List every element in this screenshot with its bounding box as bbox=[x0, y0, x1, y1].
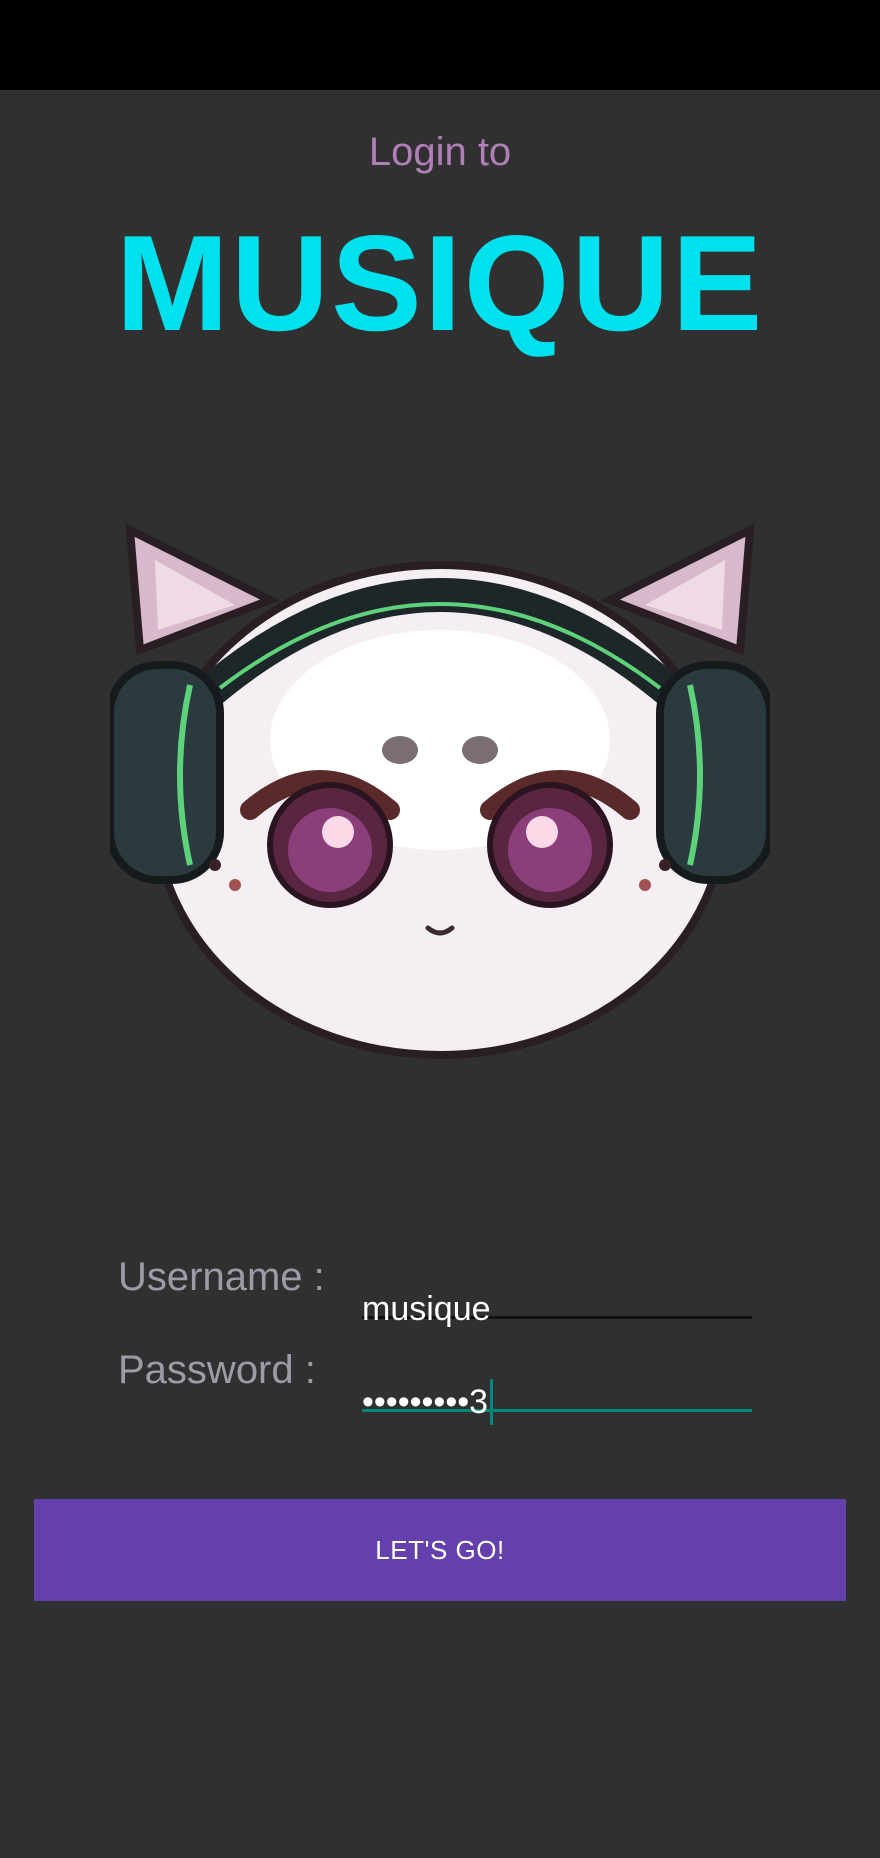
password-row: Password : •••••••••3 bbox=[118, 1348, 758, 1428]
username-value: musique bbox=[362, 1290, 491, 1329]
right-earcup bbox=[656, 661, 770, 884]
login-screen: Login to MUSIQUE Username: musique Pass… bbox=[0, 90, 880, 1858]
username-input[interactable]: musique bbox=[362, 1263, 752, 1328]
cat-with-headphones-logo bbox=[110, 523, 770, 1059]
lets-go-button[interactable]: LET'S GO! bbox=[34, 1499, 846, 1601]
username-label: Username : bbox=[118, 1255, 325, 1299]
password-input[interactable]: •••••••••3 bbox=[362, 1356, 752, 1426]
app-title: MUSIQUE bbox=[115, 207, 765, 359]
username-row: Username : musique bbox=[118, 1255, 758, 1335]
status-bar bbox=[0, 0, 880, 90]
left-earcup bbox=[110, 661, 224, 884]
login-subtitle: Login to bbox=[368, 130, 512, 174]
password-label: Password : bbox=[118, 1348, 316, 1392]
password-value: •••••••••3 bbox=[362, 1383, 489, 1422]
text-caret bbox=[490, 1379, 494, 1426]
